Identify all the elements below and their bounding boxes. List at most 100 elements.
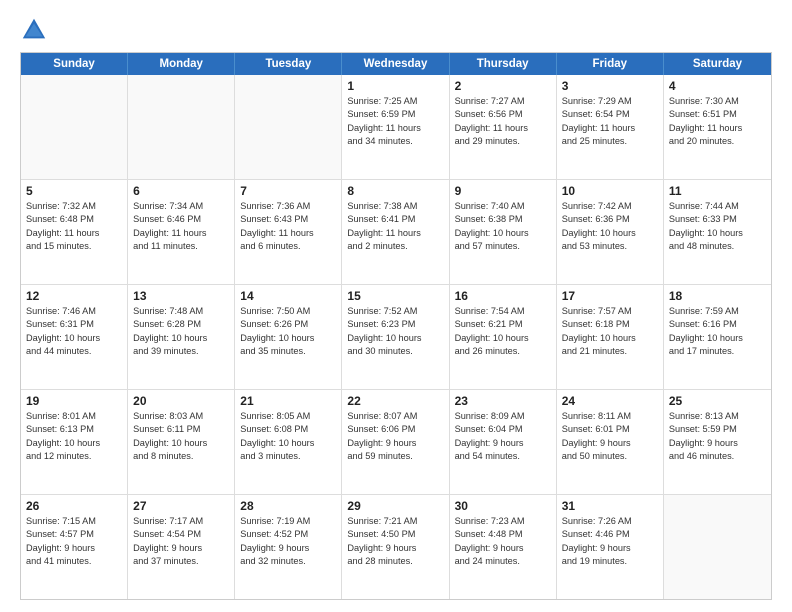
day-header-friday: Friday (557, 53, 664, 75)
day-number: 14 (240, 289, 336, 303)
day-cell-10: 10 Sunrise: 7:42 AM Sunset: 6:36 PM Dayli… (557, 180, 664, 284)
day-number: 28 (240, 499, 336, 513)
day-number: 21 (240, 394, 336, 408)
day-number: 22 (347, 394, 443, 408)
logo (20, 16, 52, 44)
day-number: 30 (455, 499, 551, 513)
calendar-body: 1 Sunrise: 7:25 AM Sunset: 6:59 PM Daylig… (21, 75, 771, 599)
day-details: Sunrise: 8:07 AM Sunset: 6:06 PM Dayligh… (347, 410, 443, 463)
day-details: Sunrise: 8:05 AM Sunset: 6:08 PM Dayligh… (240, 410, 336, 463)
day-details: Sunrise: 7:59 AM Sunset: 6:16 PM Dayligh… (669, 305, 766, 358)
day-details: Sunrise: 7:36 AM Sunset: 6:43 PM Dayligh… (240, 200, 336, 253)
day-number: 8 (347, 184, 443, 198)
day-cell-18: 18Sunrise: 7:59 AM Sunset: 6:16 PM Dayli… (664, 285, 771, 389)
calendar-week-5: 26 Sunrise: 7:15 AM Sunset: 4:57 PM Dayli… (21, 495, 771, 599)
day-number: 12 (26, 289, 122, 303)
day-number: 17 (562, 289, 658, 303)
calendar-week-4: 19 Sunrise: 8:01 AM Sunset: 6:13 PM Dayli… (21, 390, 771, 495)
calendar-week-1: 1 Sunrise: 7:25 AM Sunset: 6:59 PM Daylig… (21, 75, 771, 180)
day-details: Sunrise: 7:19 AM Sunset: 4:52 PM Dayligh… (240, 515, 336, 568)
day-header-thursday: Thursday (450, 53, 557, 75)
day-cell-11: 11Sunrise: 7:44 AM Sunset: 6:33 PM Dayli… (664, 180, 771, 284)
day-number: 5 (26, 184, 122, 198)
day-cell-2: 2Sunrise: 7:27 AM Sunset: 6:56 PM Daylig… (450, 75, 557, 179)
header (20, 16, 772, 44)
day-details: Sunrise: 8:11 AM Sunset: 6:01 PM Dayligh… (562, 410, 658, 463)
empty-cell (128, 75, 235, 179)
day-cell-26: 26 Sunrise: 7:15 AM Sunset: 4:57 PM Dayli… (21, 495, 128, 599)
day-number: 31 (562, 499, 658, 513)
day-cell-14: 14 Sunrise: 7:50 AM Sunset: 6:26 PM Dayli… (235, 285, 342, 389)
day-number: 26 (26, 499, 122, 513)
day-number: 4 (669, 79, 766, 93)
day-details: Sunrise: 7:21 AM Sunset: 4:50 PM Dayligh… (347, 515, 443, 568)
day-details: Sunrise: 7:42 AM Sunset: 6:36 PM Dayligh… (562, 200, 658, 253)
day-header-wednesday: Wednesday (342, 53, 449, 75)
day-number: 1 (347, 79, 443, 93)
day-cell-17: 17 Sunrise: 7:57 AM Sunset: 6:18 PM Dayli… (557, 285, 664, 389)
day-details: Sunrise: 7:52 AM Sunset: 6:23 PM Dayligh… (347, 305, 443, 358)
day-details: Sunrise: 7:48 AM Sunset: 6:28 PM Dayligh… (133, 305, 229, 358)
calendar-week-3: 12 Sunrise: 7:46 AM Sunset: 6:31 PM Dayli… (21, 285, 771, 390)
day-number: 20 (133, 394, 229, 408)
day-cell-22: 22 Sunrise: 8:07 AM Sunset: 6:06 PM Dayli… (342, 390, 449, 494)
day-cell-27: 27Sunrise: 7:17 AM Sunset: 4:54 PM Dayli… (128, 495, 235, 599)
day-details: Sunrise: 8:03 AM Sunset: 6:11 PM Dayligh… (133, 410, 229, 463)
day-number: 19 (26, 394, 122, 408)
day-cell-7: 7 Sunrise: 7:36 AM Sunset: 6:43 PM Daylig… (235, 180, 342, 284)
day-header-saturday: Saturday (664, 53, 771, 75)
day-details: Sunrise: 8:13 AM Sunset: 5:59 PM Dayligh… (669, 410, 766, 463)
day-cell-1: 1 Sunrise: 7:25 AM Sunset: 6:59 PM Daylig… (342, 75, 449, 179)
day-details: Sunrise: 7:34 AM Sunset: 6:46 PM Dayligh… (133, 200, 229, 253)
empty-cell (21, 75, 128, 179)
day-header-monday: Monday (128, 53, 235, 75)
day-details: Sunrise: 7:32 AM Sunset: 6:48 PM Dayligh… (26, 200, 122, 253)
day-cell-21: 21 Sunrise: 8:05 AM Sunset: 6:08 PM Dayli… (235, 390, 342, 494)
day-number: 6 (133, 184, 229, 198)
day-details: Sunrise: 7:27 AM Sunset: 6:56 PM Dayligh… (455, 95, 551, 148)
calendar-week-2: 5 Sunrise: 7:32 AM Sunset: 6:48 PM Daylig… (21, 180, 771, 285)
day-cell-3: 3 Sunrise: 7:29 AM Sunset: 6:54 PM Daylig… (557, 75, 664, 179)
day-details: Sunrise: 7:38 AM Sunset: 6:41 PM Dayligh… (347, 200, 443, 253)
day-cell-31: 31 Sunrise: 7:26 AM Sunset: 4:46 PM Dayli… (557, 495, 664, 599)
day-number: 23 (455, 394, 551, 408)
day-details: Sunrise: 7:26 AM Sunset: 4:46 PM Dayligh… (562, 515, 658, 568)
day-cell-28: 28 Sunrise: 7:19 AM Sunset: 4:52 PM Dayli… (235, 495, 342, 599)
day-details: Sunrise: 8:01 AM Sunset: 6:13 PM Dayligh… (26, 410, 122, 463)
day-cell-25: 25Sunrise: 8:13 AM Sunset: 5:59 PM Dayli… (664, 390, 771, 494)
day-cell-9: 9 Sunrise: 7:40 AM Sunset: 6:38 PM Daylig… (450, 180, 557, 284)
day-cell-19: 19 Sunrise: 8:01 AM Sunset: 6:13 PM Dayli… (21, 390, 128, 494)
day-number: 27 (133, 499, 229, 513)
day-cell-13: 13 Sunrise: 7:48 AM Sunset: 6:28 PM Dayli… (128, 285, 235, 389)
day-cell-5: 5 Sunrise: 7:32 AM Sunset: 6:48 PM Daylig… (21, 180, 128, 284)
day-number: 3 (562, 79, 658, 93)
day-details: Sunrise: 7:15 AM Sunset: 4:57 PM Dayligh… (26, 515, 122, 568)
day-details: Sunrise: 8:09 AM Sunset: 6:04 PM Dayligh… (455, 410, 551, 463)
day-cell-8: 8 Sunrise: 7:38 AM Sunset: 6:41 PM Daylig… (342, 180, 449, 284)
day-details: Sunrise: 7:30 AM Sunset: 6:51 PM Dayligh… (669, 95, 766, 148)
day-details: Sunrise: 7:40 AM Sunset: 6:38 PM Dayligh… (455, 200, 551, 253)
day-number: 9 (455, 184, 551, 198)
day-details: Sunrise: 7:54 AM Sunset: 6:21 PM Dayligh… (455, 305, 551, 358)
day-cell-24: 24 Sunrise: 8:11 AM Sunset: 6:01 PM Dayli… (557, 390, 664, 494)
day-details: Sunrise: 7:46 AM Sunset: 6:31 PM Dayligh… (26, 305, 122, 358)
day-number: 7 (240, 184, 336, 198)
day-number: 13 (133, 289, 229, 303)
day-cell-20: 20 Sunrise: 8:03 AM Sunset: 6:11 PM Dayli… (128, 390, 235, 494)
day-number: 24 (562, 394, 658, 408)
empty-cell (235, 75, 342, 179)
logo-icon (20, 16, 48, 44)
day-number: 10 (562, 184, 658, 198)
day-cell-16: 16Sunrise: 7:54 AM Sunset: 6:21 PM Dayli… (450, 285, 557, 389)
page: SundayMondayTuesdayWednesdayThursdayFrid… (0, 0, 792, 612)
day-cell-15: 15 Sunrise: 7:52 AM Sunset: 6:23 PM Dayli… (342, 285, 449, 389)
day-number: 15 (347, 289, 443, 303)
day-details: Sunrise: 7:57 AM Sunset: 6:18 PM Dayligh… (562, 305, 658, 358)
day-details: Sunrise: 7:25 AM Sunset: 6:59 PM Dayligh… (347, 95, 443, 148)
day-header-sunday: Sunday (21, 53, 128, 75)
day-details: Sunrise: 7:29 AM Sunset: 6:54 PM Dayligh… (562, 95, 658, 148)
calendar-header: SundayMondayTuesdayWednesdayThursdayFrid… (21, 53, 771, 75)
day-cell-12: 12 Sunrise: 7:46 AM Sunset: 6:31 PM Dayli… (21, 285, 128, 389)
day-details: Sunrise: 7:50 AM Sunset: 6:26 PM Dayligh… (240, 305, 336, 358)
calendar: SundayMondayTuesdayWednesdayThursdayFrid… (20, 52, 772, 600)
